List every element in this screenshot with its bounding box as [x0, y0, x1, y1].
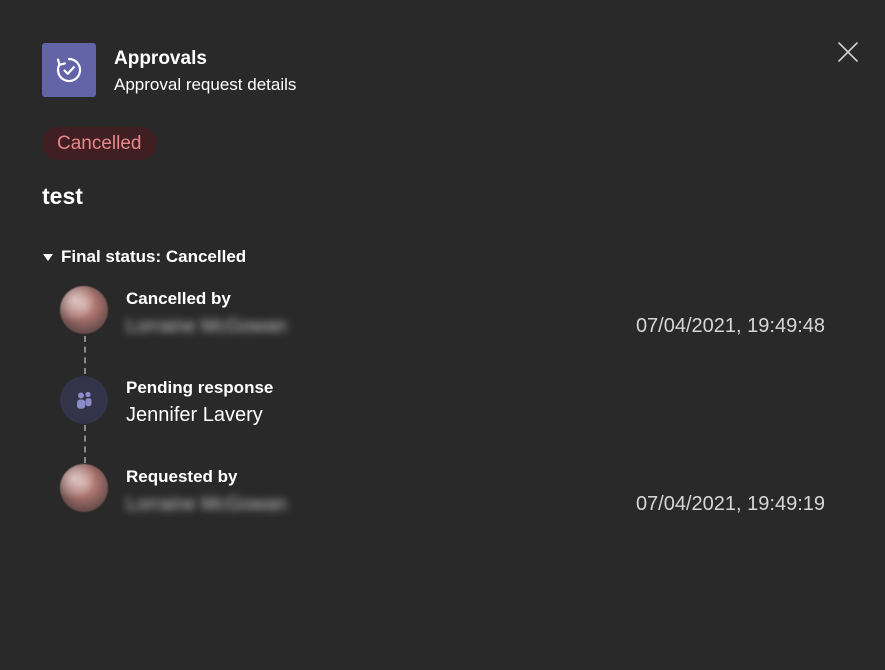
- people-icon: [77, 391, 92, 409]
- request-title: test: [42, 183, 83, 209]
- requested-by-label: Requested by: [126, 467, 238, 486]
- avatar: [60, 286, 108, 334]
- requested-timestamp: 07/04/2021, 19:49:19: [635, 493, 825, 515]
- cancelled-by-person: Lorraine McGowan: [126, 316, 287, 337]
- final-status-label: Final status: Cancelled: [61, 247, 247, 266]
- final-status-toggle[interactable]: Final status: Cancelled: [43, 246, 246, 268]
- timeline-connector: [84, 336, 86, 374]
- pending-response-label: Pending response: [126, 378, 274, 397]
- close-button[interactable]: [834, 38, 862, 66]
- app-title: Approvals: [114, 48, 207, 69]
- pending-response-person: Jennifer Lavery: [126, 404, 263, 426]
- app-subtitle: Approval request details: [114, 75, 297, 94]
- status-badge: Cancelled: [42, 127, 157, 160]
- close-icon: [838, 42, 858, 62]
- avatar: [60, 464, 108, 512]
- approvals-app-icon: [42, 43, 96, 97]
- cancelled-timestamp: 07/04/2021, 19:49:48: [635, 315, 825, 337]
- cancelled-by-label: Cancelled by: [126, 289, 231, 308]
- pending-response-avatar: [60, 376, 108, 424]
- caret-down-icon: [43, 253, 53, 261]
- approvals-refresh-check-icon: [56, 57, 82, 83]
- timeline-connector: [84, 425, 86, 463]
- requested-by-person: Lorraine McGowan: [126, 494, 287, 515]
